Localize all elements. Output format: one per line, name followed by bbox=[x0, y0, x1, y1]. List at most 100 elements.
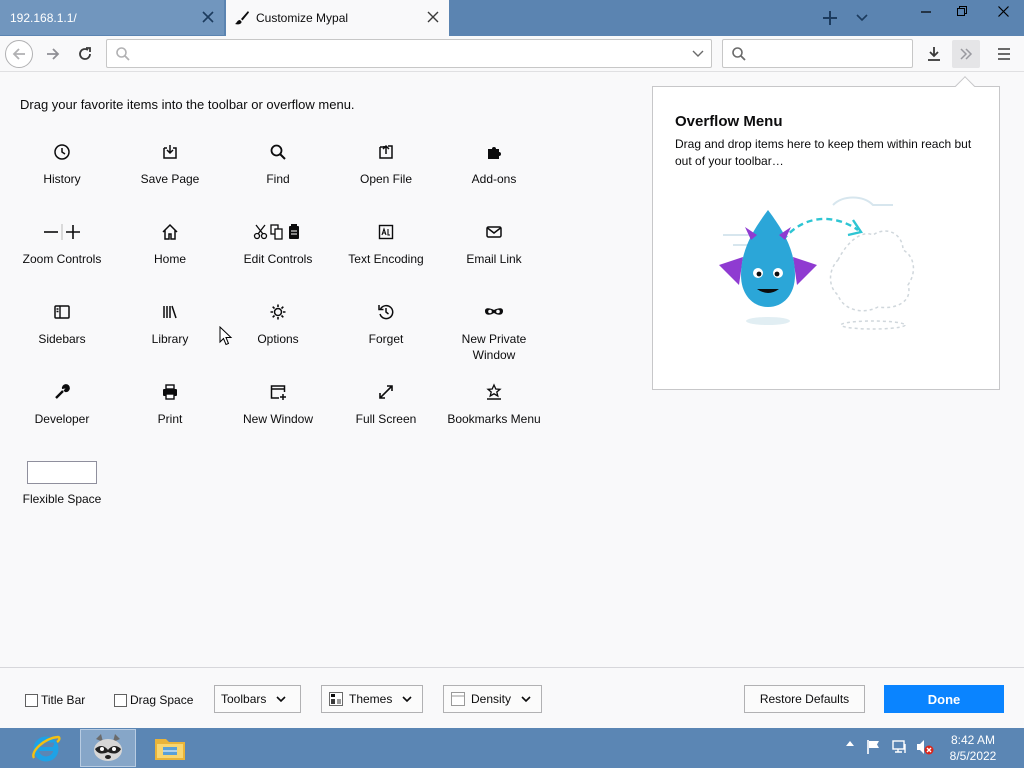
palette-item-edit-controls[interactable]: Edit Controls bbox=[224, 213, 332, 293]
tab-label: Customize Mypal bbox=[256, 11, 349, 25]
restore-defaults-button[interactable]: Restore Defaults bbox=[744, 685, 865, 713]
palette-item-label: Sidebars bbox=[38, 332, 86, 346]
url-bar[interactable] bbox=[106, 39, 712, 68]
palette-item-label: Library bbox=[151, 332, 189, 346]
show-hidden-icons-button[interactable] bbox=[846, 740, 854, 746]
palette-item-save-page[interactable]: Save Page bbox=[116, 133, 224, 213]
title-bar-checkbox[interactable]: Title Bar bbox=[25, 693, 85, 707]
palette-item-flexible-space[interactable]: Flexible Space bbox=[8, 453, 116, 533]
customize-instructions: Drag your favorite items into the toolba… bbox=[20, 97, 355, 112]
envelope-icon bbox=[440, 223, 548, 241]
density-icon bbox=[450, 691, 466, 707]
palette-item-bookmarks-menu[interactable]: Bookmarks Menu bbox=[440, 373, 548, 453]
dropdown-label: Density bbox=[471, 692, 512, 706]
url-input[interactable] bbox=[137, 45, 677, 63]
action-center-icon[interactable] bbox=[866, 739, 882, 755]
mask-icon bbox=[440, 303, 548, 321]
palette-item-label: Flexible Space bbox=[22, 492, 102, 506]
double-chevron-right-icon bbox=[960, 48, 973, 60]
palette-item-options[interactable]: Options bbox=[224, 293, 332, 373]
palette-item-new-private-window[interactable]: New Private Window bbox=[440, 293, 548, 373]
palette-item-print[interactable]: Print bbox=[116, 373, 224, 453]
volume-muted-icon[interactable] bbox=[916, 739, 934, 755]
restore-icon bbox=[957, 6, 967, 16]
density-dropdown[interactable]: Density bbox=[443, 685, 542, 713]
overflow-menu-button[interactable] bbox=[952, 40, 980, 68]
palette-item-open-file[interactable]: Open File bbox=[332, 133, 440, 213]
dropdown-label: Toolbars bbox=[221, 692, 267, 706]
chevron-down-icon bbox=[402, 695, 412, 703]
palette-item-label: Developer bbox=[34, 412, 90, 426]
done-button[interactable]: Done bbox=[884, 685, 1004, 713]
plus-icon bbox=[823, 11, 837, 25]
taskbar-mypal-browser[interactable] bbox=[80, 729, 136, 767]
close-window-button[interactable] bbox=[982, 0, 1024, 22]
checkbox-box[interactable] bbox=[114, 693, 127, 707]
toolbars-dropdown[interactable]: Toolbars bbox=[214, 685, 301, 713]
palette-item-find[interactable]: Find bbox=[224, 133, 332, 213]
customize-footer: Title Bar Drag Space Toolbars Themes Den… bbox=[0, 667, 1024, 728]
printer-icon bbox=[116, 383, 224, 401]
close-tab-icon[interactable] bbox=[425, 9, 441, 25]
palette-item-zoom-controls[interactable]: Zoom Controls bbox=[8, 213, 116, 293]
palette-item-library[interactable]: Library bbox=[116, 293, 224, 373]
chevron-down-icon[interactable] bbox=[691, 46, 705, 63]
taskbar-internet-explorer[interactable] bbox=[18, 729, 74, 767]
taskbar-file-explorer[interactable] bbox=[142, 729, 198, 767]
checkbox-label: Drag Space bbox=[130, 693, 194, 707]
tab-customize[interactable]: Customize Mypal bbox=[226, 0, 449, 36]
reload-button[interactable] bbox=[71, 40, 99, 68]
chevron-up-icon bbox=[846, 741, 854, 746]
search-bar[interactable] bbox=[722, 39, 913, 68]
close-tab-icon[interactable] bbox=[200, 9, 216, 25]
edit-controls-icon bbox=[224, 223, 332, 241]
downloads-button[interactable] bbox=[920, 40, 948, 68]
close-icon bbox=[997, 5, 1009, 17]
palette-item-label: Add-ons bbox=[471, 172, 517, 186]
palette-item-forget[interactable]: Forget bbox=[332, 293, 440, 373]
overflow-panel-title: Overflow Menu bbox=[675, 113, 783, 130]
tab-router[interactable]: 192.168.1.1/ bbox=[0, 0, 224, 35]
palette-item-text-encoding[interactable]: Text Encoding bbox=[332, 213, 440, 293]
palette-item-label: Bookmarks Menu bbox=[447, 412, 541, 426]
palette-item-new-window[interactable]: New Window bbox=[224, 373, 332, 453]
palette-item-home[interactable]: Home bbox=[116, 213, 224, 293]
overflow-panel-description: Drag and drop items here to keep them wi… bbox=[675, 137, 972, 168]
windows-taskbar: 8:42 AM 8/5/2022 bbox=[0, 728, 1024, 768]
list-all-tabs-button[interactable] bbox=[850, 6, 874, 30]
bookmarks-menu-icon bbox=[440, 383, 548, 401]
drag-space-checkbox[interactable]: Drag Space bbox=[114, 693, 193, 707]
palette-item-label: Save Page bbox=[140, 172, 200, 186]
customize-content: Drag your favorite items into the toolba… bbox=[0, 73, 1024, 667]
download-icon bbox=[928, 47, 940, 61]
palette-item-label: Text Encoding bbox=[348, 252, 424, 266]
new-tab-button[interactable] bbox=[818, 6, 842, 30]
restore-button[interactable] bbox=[946, 0, 978, 22]
palette-item-label: Open File bbox=[359, 172, 413, 186]
taskbar-clock[interactable]: 8:42 AM 8/5/2022 bbox=[936, 732, 1010, 764]
reload-icon bbox=[79, 47, 91, 60]
minimize-button[interactable] bbox=[910, 0, 942, 22]
palette-item-label: New Private Window bbox=[461, 332, 527, 362]
palette-item-label: New Window bbox=[242, 412, 314, 426]
magnifier-icon bbox=[224, 143, 332, 161]
palette-item-history[interactable]: History bbox=[8, 133, 116, 213]
clock-time: 8:42 AM bbox=[950, 733, 996, 747]
checkbox-box[interactable] bbox=[25, 693, 38, 707]
sidebar-icon bbox=[8, 303, 116, 321]
network-icon[interactable] bbox=[892, 739, 908, 755]
back-button[interactable] bbox=[5, 40, 33, 68]
overflow-menu-panel: Overflow Menu Drag and drop items here t… bbox=[652, 76, 1000, 390]
palette-item-email-link[interactable]: Email Link bbox=[440, 213, 548, 293]
library-icon bbox=[116, 303, 224, 321]
themes-dropdown[interactable]: Themes bbox=[321, 685, 423, 713]
palette-item-developer[interactable]: Developer bbox=[8, 373, 116, 453]
palette-item-sidebars[interactable]: Sidebars bbox=[8, 293, 116, 373]
palette-item-add-ons[interactable]: Add-ons bbox=[440, 133, 548, 213]
palette-item-full-screen[interactable]: Full Screen bbox=[332, 373, 440, 453]
palette-item-label: Home bbox=[153, 252, 186, 266]
search-input[interactable] bbox=[753, 45, 903, 63]
palette-item-label: Full Screen bbox=[355, 412, 417, 426]
forward-button[interactable] bbox=[39, 40, 67, 68]
app-menu-button[interactable] bbox=[990, 40, 1018, 68]
